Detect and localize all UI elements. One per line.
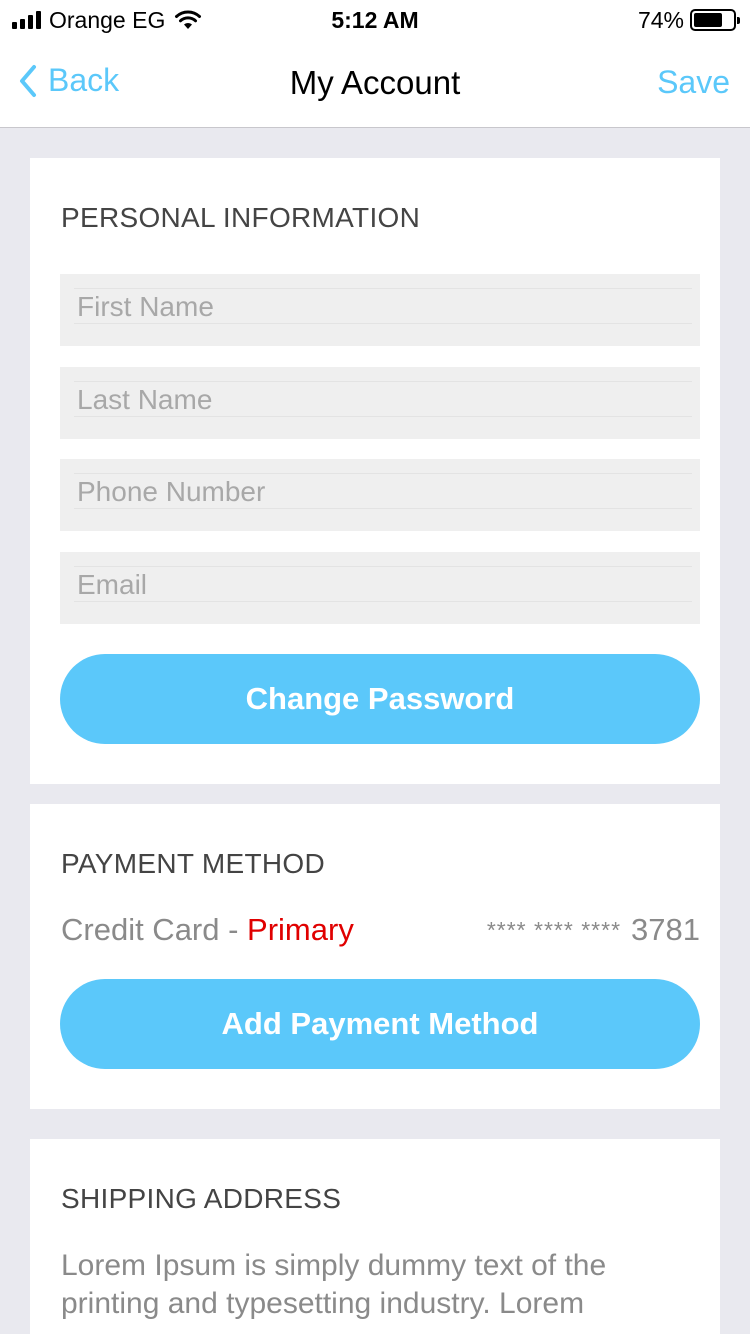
phone-number-input[interactable] — [77, 473, 687, 511]
battery-percent: 74% — [637, 6, 684, 33]
shipping-address-card: SHIPPING ADDRESS Lorem Ipsum is simply d… — [30, 1139, 720, 1334]
email-input[interactable] — [77, 566, 687, 604]
add-payment-method-button[interactable]: Add Payment Method — [60, 979, 700, 1069]
payment-method-card: PAYMENT METHOD Credit Card - Primary ***… — [30, 804, 720, 1109]
page-title: My Account — [289, 64, 461, 101]
change-password-button[interactable]: Change Password — [60, 654, 700, 744]
personal-information-card: PERSONAL INFORMATION Change Password — [30, 158, 720, 784]
carrier-name: Orange EG — [49, 6, 166, 33]
credit-card-label: Credit Card - Primary — [61, 912, 354, 948]
status-right: 74% — [637, 6, 740, 34]
status-bar: Orange EG 5:12 AM 74% — [0, 0, 750, 40]
card-number: **** **** **** 3781 — [487, 912, 700, 948]
credit-card-row[interactable]: Credit Card - Primary **** **** **** 378… — [61, 912, 700, 948]
card-type: Credit Card - — [61, 912, 248, 947]
primary-badge: Primary — [247, 912, 354, 947]
first-name-input[interactable] — [77, 288, 687, 326]
status-left: Orange EG — [12, 7, 203, 34]
card-last-digits: 3781 — [631, 912, 700, 947]
payment-method-title: PAYMENT METHOD — [61, 848, 325, 879]
battery-icon — [690, 9, 740, 31]
first-name-field[interactable] — [60, 274, 700, 346]
phone-number-field[interactable] — [60, 459, 700, 531]
card-mask: **** **** **** — [486, 916, 622, 943]
wifi-icon — [175, 10, 202, 29]
last-name-input[interactable] — [77, 381, 687, 419]
email-field[interactable] — [60, 552, 700, 624]
battery-fill — [694, 13, 723, 27]
navigation-bar: Back My Account Save — [0, 40, 750, 128]
shipping-address-title: SHIPPING ADDRESS — [61, 1183, 342, 1214]
shipping-address-text: Lorem Ipsum is simply dummy text of the … — [61, 1249, 607, 1320]
last-name-field[interactable] — [60, 367, 700, 439]
signal-icon — [12, 11, 41, 29]
save-button[interactable]: Save — [657, 64, 730, 101]
personal-information-title: PERSONAL INFORMATION — [61, 202, 421, 233]
